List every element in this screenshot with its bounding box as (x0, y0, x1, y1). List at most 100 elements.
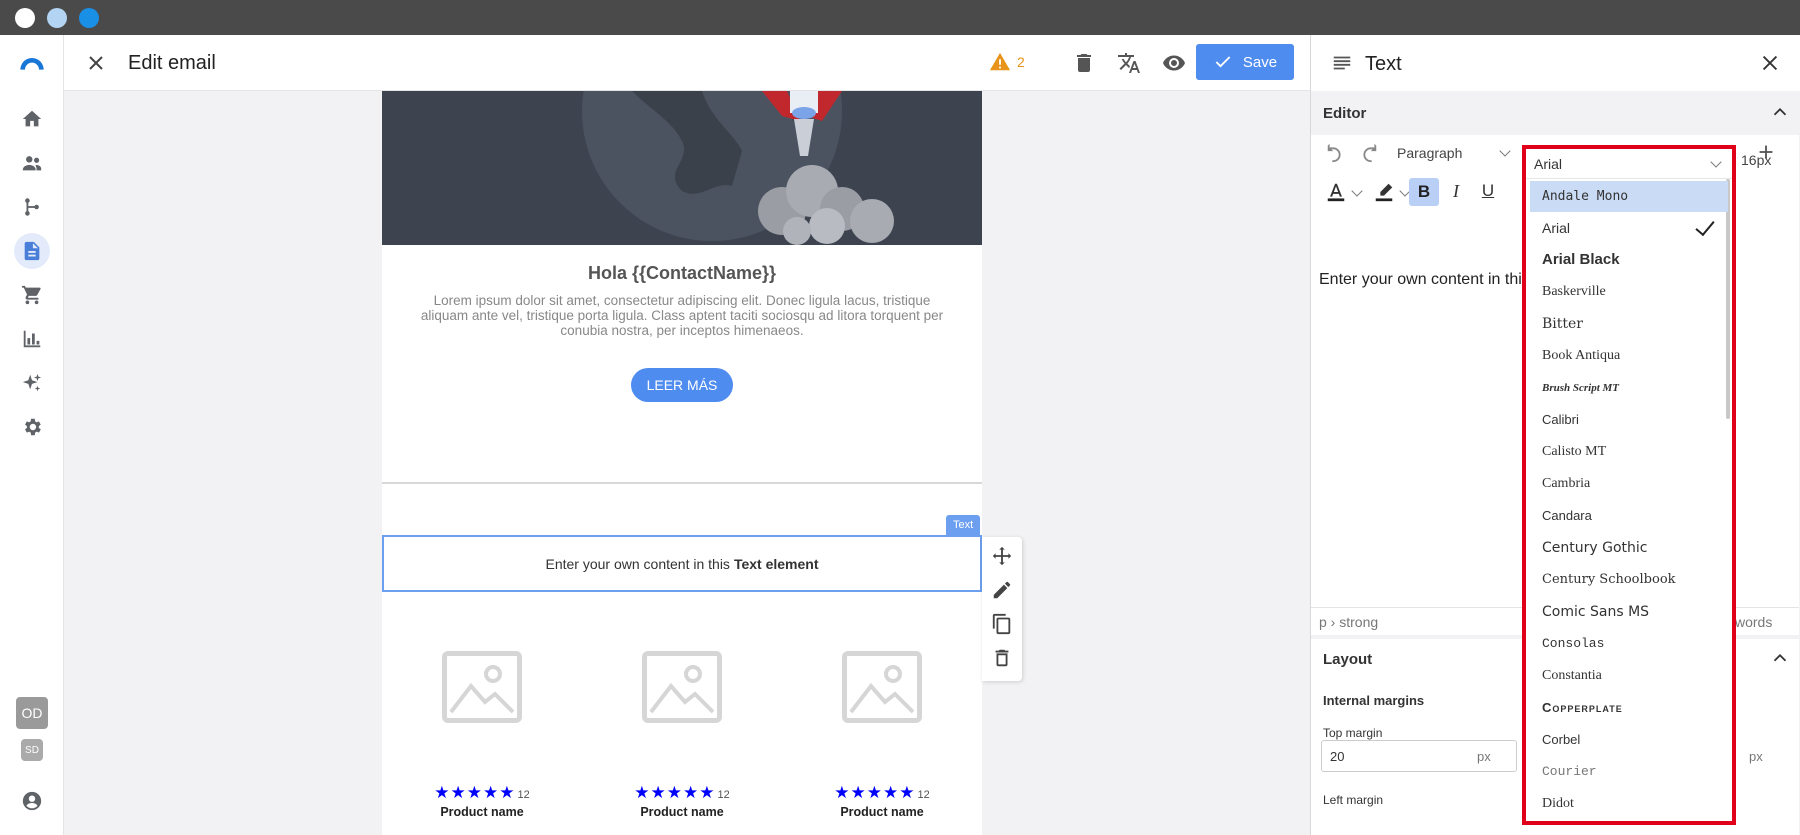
font-option[interactable]: Calibri (1530, 404, 1728, 435)
font-option[interactable]: Corbel (1530, 724, 1728, 755)
automation-flow-icon[interactable] (18, 193, 46, 221)
window-maximize-dot[interactable] (79, 8, 99, 28)
rocket-globe-illustration (582, 91, 894, 245)
undo-icon[interactable] (1325, 141, 1347, 163)
intro-paragraph[interactable]: Lorem ipsum dolor sit amet, consectetur … (420, 293, 944, 338)
review-count: 12 (917, 789, 930, 801)
page-title: Edit email (128, 52, 216, 74)
user-profile-icon[interactable] (18, 787, 46, 815)
font-option[interactable]: Calisto MT (1530, 436, 1728, 467)
preview-eye-icon[interactable] (1162, 51, 1186, 75)
email-canvas: Hola {{ContactName}} Lorem ipsum dolor s… (382, 91, 982, 835)
top-margin-label: Top margin (1323, 726, 1383, 740)
warning-icon (989, 52, 1011, 71)
font-option[interactable]: Cambria (1530, 468, 1728, 499)
product-card[interactable]: ★★★★★ 12 Product name (782, 651, 982, 819)
bold-icon[interactable]: B (1409, 178, 1439, 206)
block-format-select[interactable]: Paragraph (1391, 138, 1519, 168)
top-margin-unit: px (1477, 749, 1491, 764)
image-placeholder-icon (642, 651, 722, 723)
left-margin-label: Left margin (1323, 793, 1384, 807)
font-option[interactable]: Copperplate (1530, 692, 1728, 723)
collapse-layout-chevron-icon[interactable] (1769, 647, 1791, 669)
editor-section-title[interactable]: Editor (1323, 105, 1366, 122)
account-avatar-primary[interactable]: OD (16, 697, 48, 729)
chevron-down-icon (1499, 145, 1511, 157)
layout-section-title[interactable]: Layout (1323, 651, 1372, 668)
right-margin-unit: px (1749, 749, 1763, 764)
analytics-icon[interactable] (18, 325, 46, 353)
hero-image[interactable] (382, 91, 982, 245)
duplicate-icon[interactable] (991, 613, 1013, 635)
text-element-bold: Text element (733, 555, 819, 572)
font-option[interactable]: Brush Script MT (1530, 372, 1728, 403)
font-option[interactable]: Constantia (1530, 660, 1728, 691)
delete-trash-icon[interactable] (1072, 51, 1096, 75)
font-option[interactable]: Century Gothic (1530, 532, 1728, 563)
font-option[interactable]: Bitter (1530, 308, 1728, 339)
font-option[interactable]: Consolas (1530, 628, 1728, 659)
warnings-indicator[interactable]: 2 (989, 51, 1025, 73)
ai-sparkle-icon[interactable] (18, 369, 46, 397)
element-path: p › strong (1319, 614, 1379, 630)
italic-icon[interactable]: I (1445, 181, 1467, 203)
edit-pencil-icon[interactable] (991, 579, 1013, 601)
highlight-icon[interactable] (1373, 181, 1395, 203)
text-color-chevron-icon[interactable] (1351, 185, 1363, 197)
rating-stars: ★★★★★ 12 (634, 783, 730, 802)
product-name: Product name (640, 805, 724, 819)
delete-block-icon[interactable] (991, 647, 1013, 669)
font-option[interactable]: Candara (1530, 500, 1728, 531)
home-icon[interactable] (18, 105, 46, 133)
underline-icon[interactable]: U (1477, 181, 1499, 203)
review-count: 12 (517, 789, 530, 801)
read-more-button[interactable]: LEER MÁS (631, 368, 733, 402)
font-option[interactable]: Century Schoolbook (1530, 564, 1728, 595)
product-name: Product name (840, 805, 924, 819)
cart-icon[interactable] (18, 281, 46, 309)
os-titlebar (0, 0, 1800, 35)
text-color-icon[interactable] (1325, 181, 1347, 203)
editor-content[interactable]: Enter your own content in thi (1319, 271, 1522, 289)
panel-header: Text (1311, 35, 1800, 91)
product-card[interactable]: ★★★★★ 12 Product name (382, 651, 582, 819)
window-close-dot[interactable] (15, 8, 35, 28)
font-option[interactable]: Courier (1530, 756, 1728, 787)
product-card[interactable]: ★★★★★ 12 Product name (582, 651, 782, 819)
block-toolbar (982, 537, 1022, 681)
email-templates-icon[interactable] (14, 233, 50, 269)
collapse-editor-chevron-icon[interactable] (1769, 101, 1791, 123)
panel-title: Text (1365, 53, 1402, 75)
window-minimize-dot[interactable] (47, 8, 67, 28)
close-panel-icon[interactable] (1759, 52, 1781, 74)
save-label: Save (1242, 53, 1278, 71)
font-option[interactable]: Book Antiqua (1530, 340, 1728, 371)
greeting-heading[interactable]: Hola {{ContactName}} (382, 263, 982, 284)
font-size-field[interactable]: 16px (1737, 145, 1797, 175)
settings-gear-icon[interactable] (18, 413, 46, 441)
rating-stars: ★★★★★ 12 (434, 783, 530, 802)
move-arrows-icon[interactable] (991, 545, 1013, 567)
close-editor-icon[interactable] (84, 51, 108, 75)
font-option[interactable]: Andale Mono (1530, 181, 1728, 212)
font-option[interactable]: Arial (1530, 212, 1728, 243)
save-button[interactable]: Save (1196, 44, 1294, 80)
text-element-prefix: Enter your own content in this (545, 555, 730, 572)
brand-logo-icon[interactable] (18, 51, 46, 79)
warning-count: 2 (1017, 54, 1025, 70)
font-option[interactable]: Didot (1530, 788, 1728, 819)
selected-text-element[interactable]: Enter your own content in this Text elem… (382, 535, 982, 592)
font-option[interactable]: Arial Black (1530, 244, 1728, 275)
image-placeholder-icon (842, 651, 922, 723)
contacts-icon[interactable] (18, 149, 46, 177)
block-format-value: Paragraph (1397, 145, 1463, 161)
font-family-value: Arial (1534, 155, 1563, 172)
word-count-label: words (1735, 614, 1773, 630)
translate-icon[interactable] (1117, 51, 1141, 75)
account-avatar-secondary[interactable]: SD (21, 739, 43, 761)
font-family-select[interactable]: Arial (1526, 149, 1732, 179)
font-size-value: 16px (1741, 152, 1772, 168)
font-option[interactable]: Comic Sans MS (1530, 596, 1728, 627)
font-option[interactable]: Baskerville (1530, 276, 1728, 307)
redo-icon[interactable] (1357, 141, 1379, 163)
